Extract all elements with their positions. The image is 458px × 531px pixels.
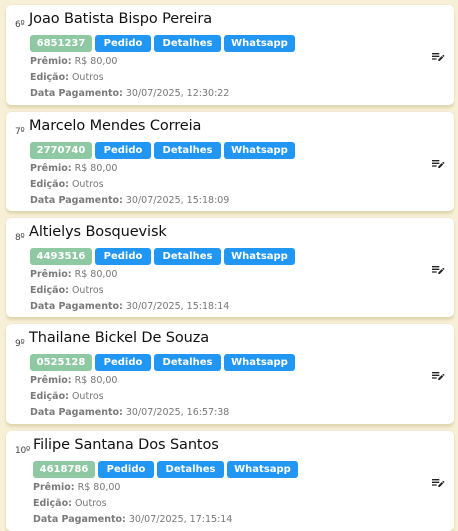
premio-label: Prêmio: — [30, 375, 72, 386]
winner-card: 8º Altielys Bosquevisk 4493516 Pedido De… — [6, 218, 454, 317]
rank-label: 8º — [15, 233, 25, 243]
premio-label: Prêmio: — [30, 163, 72, 174]
ticket-code-badge: 4493516 — [30, 248, 92, 265]
winner-card: 6º Joao Batista Bispo Pereira 6851237 Pe… — [6, 5, 454, 105]
whatsapp-button[interactable]: Whatsapp — [227, 461, 298, 478]
edicao-row: Edição: Outros — [30, 391, 104, 402]
detalhes-button[interactable]: Detalhes — [154, 35, 221, 52]
playlist-edit-icon[interactable] — [430, 49, 446, 65]
rank-label: 7º — [15, 127, 25, 137]
data-pagamento-row: Data Pagamento: 30/07/2025, 17:15:14 — [33, 514, 232, 525]
whatsapp-button[interactable]: Whatsapp — [224, 248, 295, 265]
playlist-edit-icon[interactable] — [430, 156, 446, 172]
edicao-value: Outros — [71, 285, 104, 296]
edicao-row: Edição: Outros — [30, 72, 104, 83]
whatsapp-button[interactable]: Whatsapp — [224, 354, 295, 371]
data-pagamento-value: 30/07/2025, 15:18:14 — [125, 301, 230, 312]
playlist-edit-icon[interactable] — [430, 475, 446, 491]
edicao-row: Edição: Outros — [33, 498, 107, 509]
premio-value: R$ 80,00 — [74, 375, 118, 386]
premio-value: R$ 80,00 — [74, 56, 118, 67]
rank-label: 6º — [15, 20, 25, 30]
edicao-value: Outros — [71, 391, 104, 402]
data-pagamento-row: Data Pagamento: 30/07/2025, 12:30:22 — [30, 88, 229, 99]
winner-name: Altielys Bosquevisk — [29, 224, 167, 240]
whatsapp-button[interactable]: Whatsapp — [224, 35, 295, 52]
edicao-label: Edição: — [30, 179, 69, 190]
data-pagamento-label: Data Pagamento: — [30, 88, 123, 99]
pedido-button[interactable]: Pedido — [95, 35, 151, 52]
edicao-value: Outros — [74, 498, 107, 509]
premio-row: Prêmio: R$ 80,00 — [30, 269, 117, 280]
ticket-code-badge: 6851237 — [30, 35, 92, 52]
rank-label: 10º — [15, 446, 31, 456]
premio-label: Prêmio: — [30, 56, 72, 67]
action-row: 4493516 Pedido Detalhes Whatsapp — [30, 248, 295, 265]
edicao-value: Outros — [71, 72, 104, 83]
data-pagamento-label: Data Pagamento: — [30, 195, 123, 206]
pedido-button[interactable]: Pedido — [95, 142, 151, 159]
detalhes-button[interactable]: Detalhes — [154, 354, 221, 371]
premio-row: Prêmio: R$ 80,00 — [30, 375, 117, 386]
winner-card: 9º Thailane Bickel De Souza 0525128 Pedi… — [6, 324, 454, 424]
whatsapp-button[interactable]: Whatsapp — [224, 142, 295, 159]
detalhes-button[interactable]: Detalhes — [154, 142, 221, 159]
action-row: 6851237 Pedido Detalhes Whatsapp — [30, 35, 295, 52]
data-pagamento-value: 30/07/2025, 12:30:22 — [125, 88, 230, 99]
action-row: 4618786 Pedido Detalhes Whatsapp — [33, 461, 298, 478]
data-pagamento-label: Data Pagamento: — [30, 407, 123, 418]
edicao-label: Edição: — [30, 285, 69, 296]
data-pagamento-value: 30/07/2025, 16:57:38 — [125, 407, 230, 418]
data-pagamento-value: 30/07/2025, 17:15:14 — [128, 514, 233, 525]
detalhes-button[interactable]: Detalhes — [154, 248, 221, 265]
pedido-button[interactable]: Pedido — [95, 354, 151, 371]
detalhes-button[interactable]: Detalhes — [157, 461, 224, 478]
premio-value: R$ 80,00 — [77, 482, 121, 493]
ticket-code-badge: 4618786 — [33, 461, 95, 478]
data-pagamento-label: Data Pagamento: — [33, 514, 126, 525]
ticket-code-badge: 0525128 — [30, 354, 92, 371]
premio-row: Prêmio: R$ 80,00 — [33, 482, 120, 493]
premio-row: Prêmio: R$ 80,00 — [30, 163, 117, 174]
pedido-button[interactable]: Pedido — [95, 248, 151, 265]
playlist-edit-icon[interactable] — [430, 262, 446, 278]
winner-name: Joao Batista Bispo Pereira — [29, 11, 212, 27]
premio-value: R$ 80,00 — [74, 269, 118, 280]
premio-label: Prêmio: — [30, 269, 72, 280]
winner-card: 7º Marcelo Mendes Correia 2770740 Pedido… — [6, 112, 454, 211]
data-pagamento-row: Data Pagamento: 30/07/2025, 15:18:14 — [30, 301, 229, 312]
action-row: 0525128 Pedido Detalhes Whatsapp — [30, 354, 295, 371]
edicao-value: Outros — [71, 179, 104, 190]
winner-name: Thailane Bickel De Souza — [29, 330, 210, 346]
edicao-row: Edição: Outros — [30, 179, 104, 190]
edicao-label: Edição: — [33, 498, 72, 509]
data-pagamento-row: Data Pagamento: 30/07/2025, 15:18:09 — [30, 195, 229, 206]
edicao-label: Edição: — [30, 72, 69, 83]
ticket-code-badge: 2770740 — [30, 142, 92, 159]
winner-name: Marcelo Mendes Correia — [29, 118, 202, 134]
edicao-row: Edição: Outros — [30, 285, 104, 296]
data-pagamento-label: Data Pagamento: — [30, 301, 123, 312]
premio-label: Prêmio: — [33, 482, 75, 493]
action-row: 2770740 Pedido Detalhes Whatsapp — [30, 142, 295, 159]
pedido-button[interactable]: Pedido — [98, 461, 154, 478]
premio-row: Prêmio: R$ 80,00 — [30, 56, 117, 67]
premio-value: R$ 80,00 — [74, 163, 118, 174]
rank-label: 9º — [15, 339, 25, 349]
edicao-label: Edição: — [30, 391, 69, 402]
data-pagamento-value: 30/07/2025, 15:18:09 — [125, 195, 230, 206]
data-pagamento-row: Data Pagamento: 30/07/2025, 16:57:38 — [30, 407, 229, 418]
winner-name: Filipe Santana Dos Santos — [33, 437, 219, 453]
playlist-edit-icon[interactable] — [430, 368, 446, 384]
winner-card: 10º Filipe Santana Dos Santos 4618786 Pe… — [6, 431, 454, 531]
